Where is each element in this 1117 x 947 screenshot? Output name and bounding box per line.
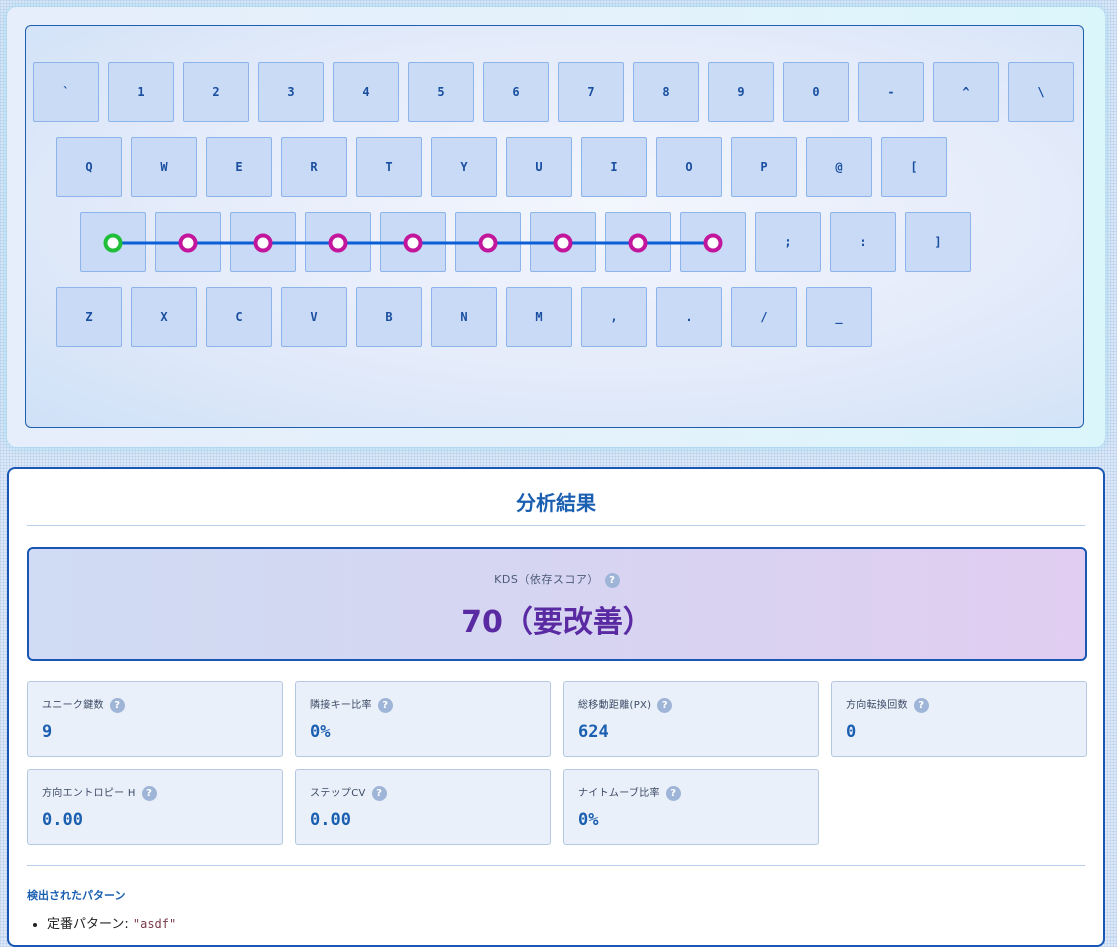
key-:[interactable]: : (830, 212, 896, 272)
help-icon[interactable]: ? (109, 697, 125, 713)
metric-value: 0.00 (310, 810, 351, 830)
key-M[interactable]: M (506, 287, 572, 347)
key-R[interactable]: R (281, 137, 347, 197)
key-X[interactable]: X (131, 287, 197, 347)
metric-card: ステップCV? 0.00 (295, 769, 551, 845)
key-L[interactable]: L (680, 212, 746, 272)
key-6[interactable]: 6 (483, 62, 549, 122)
metric-value: 0.00 (42, 810, 83, 830)
key-Z[interactable]: Z (56, 287, 122, 347)
key-2[interactable]: 2 (183, 62, 249, 122)
key-F[interactable]: F (305, 212, 371, 272)
help-icon[interactable]: ? (377, 697, 393, 713)
metric-label: ナイトムーブ比率 (578, 788, 660, 799)
kds-label: KDS（依存スコア） (494, 573, 599, 586)
metric-label: 隣接キー比率 (310, 700, 372, 711)
key-V[interactable]: V (281, 287, 347, 347)
help-icon[interactable]: ? (141, 785, 157, 801)
key-C[interactable]: C (206, 287, 272, 347)
key-K[interactable]: K (605, 212, 671, 272)
metric-card: 方向エントロピー H? 0.00 (27, 769, 283, 845)
help-icon[interactable]: ? (913, 697, 929, 713)
help-icon[interactable]: ? (657, 697, 673, 713)
key-[[interactable]: [ (881, 137, 947, 197)
key-.[interactable]: . (656, 287, 722, 347)
key-9[interactable]: 9 (708, 62, 774, 122)
metric-value: 0% (578, 810, 599, 830)
key-Y[interactable]: Y (431, 137, 497, 197)
key-D[interactable]: D (230, 212, 296, 272)
key-3[interactable]: 3 (258, 62, 324, 122)
key-`[interactable]: ` (33, 62, 99, 122)
key-7[interactable]: 7 (558, 62, 624, 122)
key-W[interactable]: W (131, 137, 197, 197)
analysis-results-panel: 分析結果 KDS（依存スコア）? 70（要改善） ユニーク鍵数? 9 隣接キー比… (7, 467, 1105, 947)
key-A[interactable]: A (80, 212, 146, 272)
metric-value: 0% (310, 722, 331, 742)
key-0[interactable]: 0 (783, 62, 849, 122)
key-E[interactable]: E (206, 137, 272, 197)
metric-card: 総移動距離(PX)? 624 (563, 681, 819, 757)
metric-label: 方向エントロピー H (42, 788, 136, 799)
key-G[interactable]: G (380, 212, 446, 272)
pattern-label: 定番パターン: (47, 917, 129, 932)
key-\[interactable]: \ (1008, 62, 1074, 122)
key-8[interactable]: 8 (633, 62, 699, 122)
key-S[interactable]: S (155, 212, 221, 272)
key-B[interactable]: B (356, 287, 422, 347)
metric-label: 方向転換回数 (846, 700, 908, 711)
list-item: 定番パターン: "asdf" (47, 913, 176, 932)
key-5[interactable]: 5 (408, 62, 474, 122)
help-icon[interactable]: ? (665, 785, 681, 801)
key-J[interactable]: J (530, 212, 596, 272)
key-;[interactable]: ; (755, 212, 821, 272)
key-N[interactable]: N (431, 287, 497, 347)
kds-value: 70（要改善） (461, 605, 653, 640)
metric-card: ユニーク鍵数? 9 (27, 681, 283, 757)
divider (27, 865, 1085, 866)
key-O[interactable]: O (656, 137, 722, 197)
kds-label-row: KDS（依存スコア）? (29, 571, 1085, 588)
metric-label: 総移動距離(PX) (578, 700, 652, 711)
key-1[interactable]: 1 (108, 62, 174, 122)
metric-card: ナイトムーブ比率? 0% (563, 769, 819, 845)
help-icon[interactable]: ? (371, 785, 387, 801)
key-,[interactable]: , (581, 287, 647, 347)
key-_[interactable]: _ (806, 287, 872, 347)
key-U[interactable]: U (506, 137, 572, 197)
metric-card: 隣接キー比率? 0% (295, 681, 551, 757)
metric-card: 方向転換回数? 0 (831, 681, 1087, 757)
patterns-title: 検出されたパターン (27, 889, 126, 902)
key-/[interactable]: / (731, 287, 797, 347)
metric-value: 9 (42, 722, 53, 742)
key-][interactable]: ] (905, 212, 971, 272)
key--[interactable]: - (858, 62, 924, 122)
key-P[interactable]: P (731, 137, 797, 197)
metric-value: 624 (578, 722, 609, 742)
pattern-list: 定番パターン: "asdf" (27, 913, 176, 932)
kds-score-card: KDS（依存スコア）? 70（要改善） (27, 547, 1087, 661)
metric-label: ユニーク鍵数 (42, 700, 104, 711)
metric-label: ステップCV (310, 788, 366, 799)
metric-value: 0 (846, 722, 857, 742)
pattern-code: "asdf" (132, 917, 177, 931)
divider (27, 525, 1085, 526)
key-H[interactable]: H (455, 212, 521, 272)
key-@[interactable]: @ (806, 137, 872, 197)
help-icon[interactable]: ? (604, 572, 620, 588)
key-I[interactable]: I (581, 137, 647, 197)
key-^[interactable]: ^ (933, 62, 999, 122)
results-title: 分析結果 (516, 491, 596, 515)
key-T[interactable]: T (356, 137, 422, 197)
key-Q[interactable]: Q (56, 137, 122, 197)
key-4[interactable]: 4 (333, 62, 399, 122)
